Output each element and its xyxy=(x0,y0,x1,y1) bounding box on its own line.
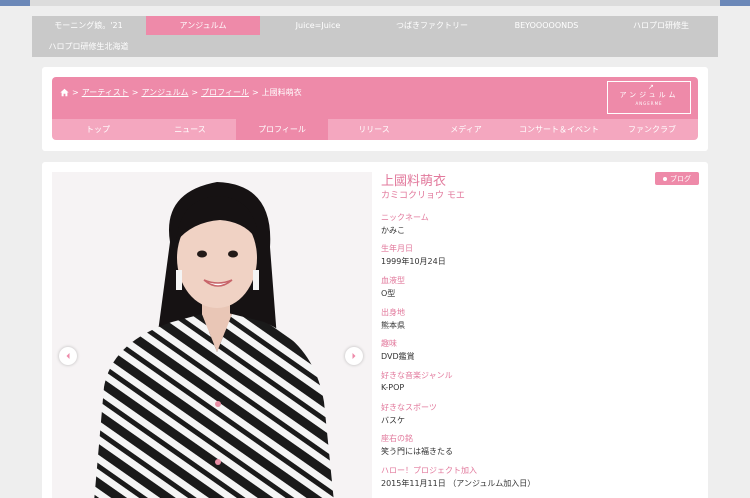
field-value-nickname: かみこ xyxy=(381,226,405,235)
group-nav-item-kenshuusei-hokkaido[interactable]: ハロプロ研修生北海道 xyxy=(32,37,145,56)
breadcrumb-separator: > xyxy=(191,87,199,97)
tab-media[interactable]: メディア xyxy=(420,119,512,140)
breadcrumb-link-group[interactable]: アンジュルム xyxy=(141,87,188,98)
member-name-kana: カミコクリョウ モエ xyxy=(381,191,465,201)
field-value-joined: 2015年11月11日 （アンジュルム加入日） xyxy=(381,479,536,488)
breadcrumb-separator: > xyxy=(72,87,79,97)
group-nav-item-tsubaki-factory[interactable]: つばきファクトリー xyxy=(375,16,489,35)
blog-button-label: ブログ xyxy=(670,174,691,183)
breadcrumb-current: 上國料萌衣 xyxy=(261,87,302,97)
top-edge-accent-right xyxy=(720,0,750,6)
group-nav-item-angerme[interactable]: アンジュルム xyxy=(146,16,260,35)
breadcrumb-separator: > xyxy=(131,87,139,97)
field-label-nickname: ニックネーム xyxy=(381,213,429,222)
top-edge xyxy=(0,0,750,6)
group-logo-subtext: ANGERME xyxy=(635,100,663,106)
chevron-right-icon xyxy=(352,353,356,359)
tab-profile[interactable]: プロフィール xyxy=(236,119,328,140)
breadcrumb-link-artist[interactable]: アーティスト xyxy=(82,87,129,98)
member-name: 上國料萌衣 xyxy=(381,174,447,189)
field-label-hometown: 出身地 xyxy=(381,308,405,317)
member-portrait-image xyxy=(52,172,372,498)
group-nav-item-kenshuusei[interactable]: ハロプロ研修生 xyxy=(604,16,718,35)
group-nav-item-morning-musume[interactable]: モーニング娘。'21 xyxy=(32,16,145,35)
group-logo-text: アンジュルム xyxy=(619,90,679,99)
field-value-music-genre: K-POP xyxy=(381,383,405,392)
field-label-motto: 座右の銘 xyxy=(381,434,413,443)
group-nav: モーニング娘。'21 アンジュルム Juice=Juice つばきファクトリー … xyxy=(32,16,718,57)
field-value-motto: 笑う門には福きたる xyxy=(381,447,453,456)
group-nav-item-beyooooonds[interactable]: BEYOOOOONDS xyxy=(489,16,604,35)
artist-header-band xyxy=(52,77,698,119)
home-icon[interactable] xyxy=(60,88,69,97)
blog-button[interactable]: ブログ xyxy=(655,172,699,185)
field-label-joined: ハロー！プロジェクト加入 xyxy=(381,466,477,475)
field-label-music-genre: 好きな音楽ジャンル xyxy=(381,371,453,380)
artist-sub-nav: トップ ニュース プロフィール リリース メディア コンサート＆イベント ファン… xyxy=(52,119,698,140)
field-value-birthday: 1999年10月24日 xyxy=(381,257,446,266)
chevron-left-icon xyxy=(66,353,70,359)
tab-release[interactable]: リリース xyxy=(328,119,420,140)
profile-photo xyxy=(52,172,372,498)
field-value-blood-type: O型 xyxy=(381,289,396,298)
logo-arrow-icon: ↗ xyxy=(648,83,654,91)
tab-concert-event[interactable]: コンサート＆イベント xyxy=(512,119,606,140)
field-label-sport: 好きなスポーツ xyxy=(381,403,437,412)
breadcrumb-link-profile[interactable]: プロフィール xyxy=(201,87,249,98)
field-label-hobby: 趣味 xyxy=(381,339,397,348)
group-logo[interactable]: ↗ アンジュルム ANGERME xyxy=(607,81,691,114)
breadcrumb-separator: > xyxy=(251,87,259,97)
breadcrumb: > アーティスト > アンジュルム > プロフィール > 上國料萌衣 xyxy=(60,86,302,98)
photo-next-button[interactable] xyxy=(345,347,363,365)
tab-fanclub[interactable]: ファンクラブ xyxy=(606,119,698,140)
field-value-hobby: DVD鑑賞 xyxy=(381,352,415,361)
field-value-sport: バスケ xyxy=(381,416,405,425)
tab-news[interactable]: ニュース xyxy=(144,119,236,140)
tab-top[interactable]: トップ xyxy=(52,119,144,140)
blog-dot-icon xyxy=(663,176,667,181)
photo-prev-button[interactable] xyxy=(59,347,77,365)
top-edge-accent-left xyxy=(0,0,30,6)
field-label-birthday: 生年月日 xyxy=(381,244,413,253)
group-nav-item-juice-juice[interactable]: Juice=Juice xyxy=(261,16,375,35)
field-label-blood-type: 血液型 xyxy=(381,276,405,285)
field-value-hometown: 熊本県 xyxy=(381,321,405,330)
